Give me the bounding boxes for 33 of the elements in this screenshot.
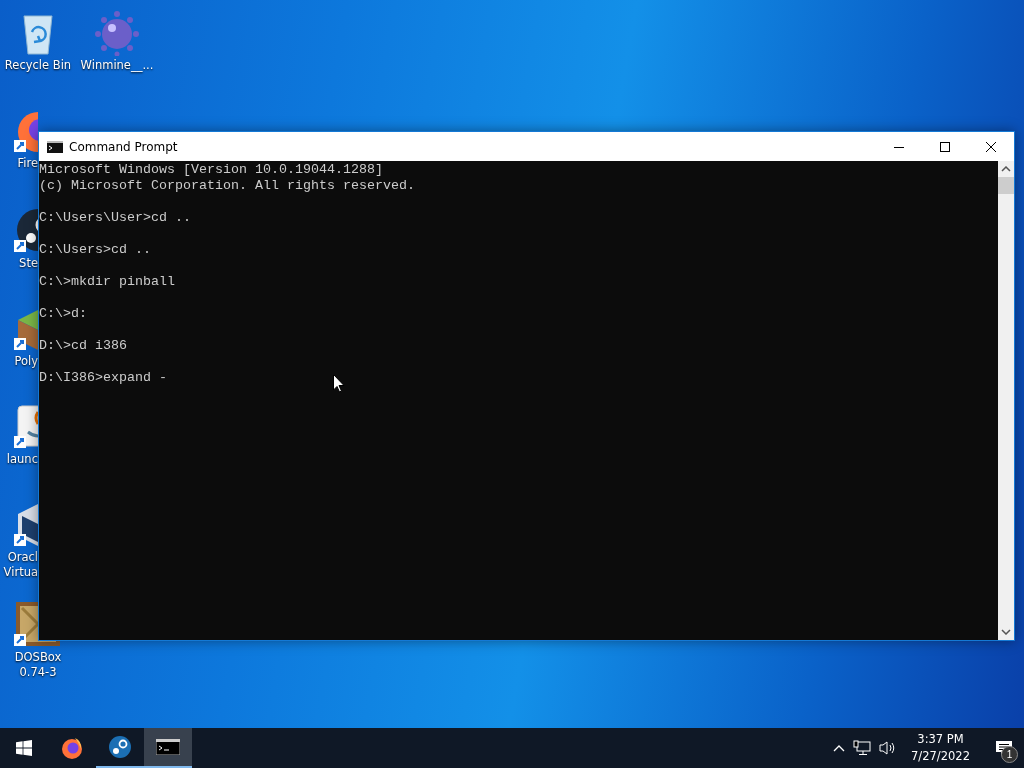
console-line: C:\Users>cd .. bbox=[39, 242, 151, 258]
console-line: D:\>cd i386 bbox=[39, 338, 127, 354]
network-icon[interactable] bbox=[853, 740, 872, 756]
maximize-icon bbox=[940, 141, 950, 152]
console-icon bbox=[47, 140, 63, 153]
icon-label: 0.74-3 bbox=[18, 665, 58, 680]
coffee-cup-icon[interactable] bbox=[14, 402, 38, 450]
icon-label: Poly bbox=[13, 354, 38, 369]
windows-logo-icon bbox=[16, 740, 32, 756]
console-line: C:\>d: bbox=[39, 306, 87, 322]
icon-label: Ste bbox=[18, 256, 38, 271]
icon-label: Recycle Bin bbox=[3, 58, 73, 73]
icon-label: Winmine__... bbox=[79, 58, 155, 73]
icon-label: Fire bbox=[16, 156, 38, 171]
icon-label: launc bbox=[5, 452, 38, 467]
icon-label: Oracl bbox=[6, 550, 38, 565]
mouse-pointer-icon bbox=[333, 374, 345, 393]
scroll-bar[interactable] bbox=[998, 161, 1014, 640]
console-line: Microsoft Windows [Version 10.0.19044.1288] bbox=[39, 162, 383, 178]
icon-label: DOSBox bbox=[13, 650, 63, 665]
console-line: D:\I386>expand - bbox=[39, 370, 167, 386]
console-icon[interactable] bbox=[144, 728, 192, 768]
window-title: Command Prompt bbox=[69, 139, 178, 154]
mine-icon[interactable] bbox=[93, 8, 141, 56]
notification-count: 1 bbox=[1001, 746, 1018, 763]
close-icon bbox=[986, 141, 996, 152]
clock[interactable]: 3:37 PM 7/27/2022 bbox=[905, 731, 976, 765]
console-line: (c) Microsoft Corporation. All rights reserved. bbox=[39, 178, 415, 194]
icon-label: Virtua bbox=[2, 565, 38, 580]
console-line: C:\>mkdir pinball bbox=[39, 274, 175, 290]
chevron-up-icon[interactable] bbox=[833, 744, 846, 752]
console-line: C:\Users\User>cd .. bbox=[39, 210, 191, 226]
notification-button[interactable]: 1 bbox=[984, 728, 1024, 768]
